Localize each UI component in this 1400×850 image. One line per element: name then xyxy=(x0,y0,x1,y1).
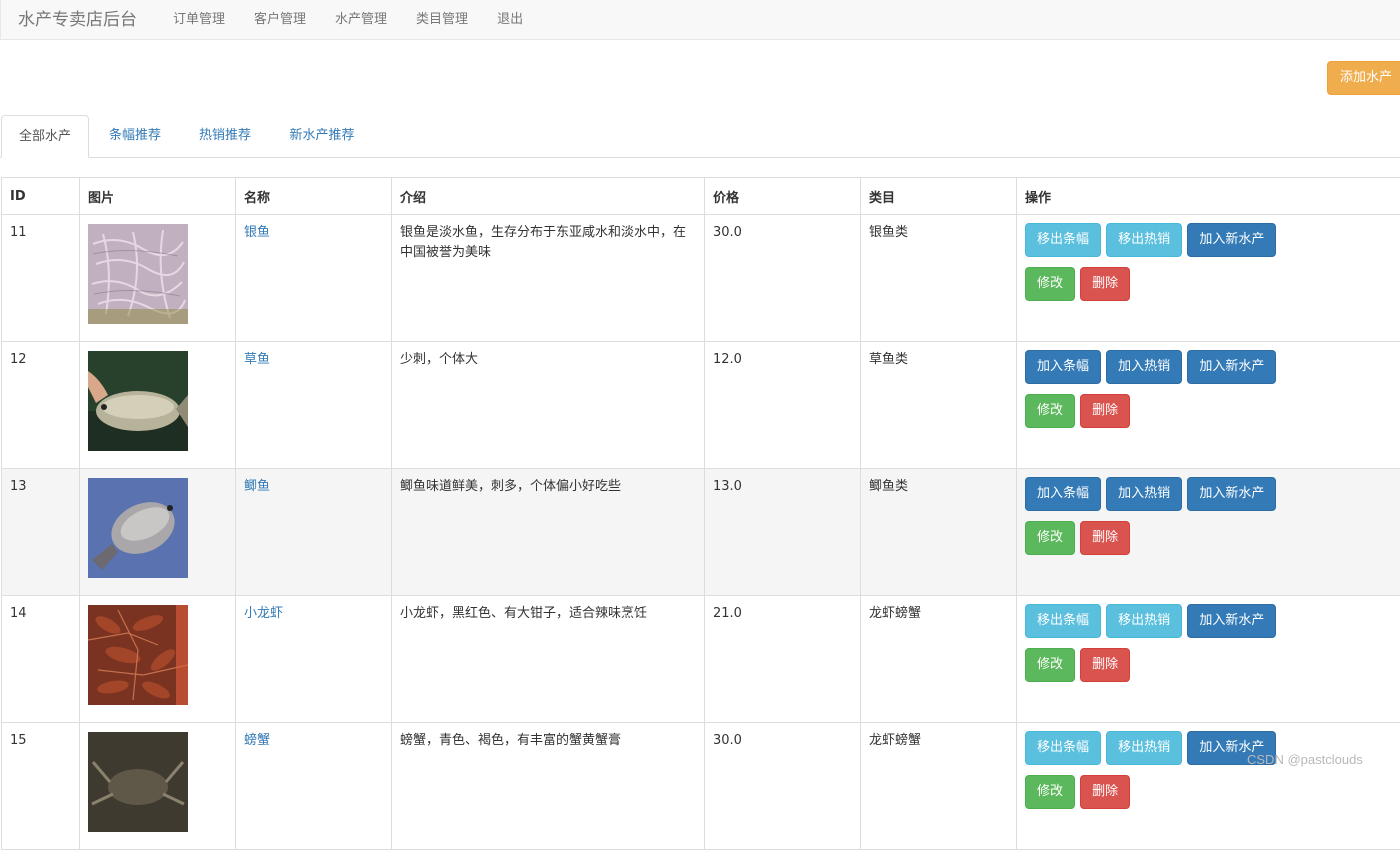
delete-button[interactable]: 删除 xyxy=(1080,648,1130,682)
tab-banner[interactable]: 条幅推荐 xyxy=(95,115,175,157)
cell-intro: 银鱼是淡水鱼，生存分布于东亚咸水和淡水中，在中国被誉为美味 xyxy=(392,215,705,342)
cell-category: 草鱼类 xyxy=(861,342,1017,469)
cell-actions: 移出条幅 移出热销 加入新水产 修改 删除 xyxy=(1017,215,1400,342)
delete-button[interactable]: 删除 xyxy=(1080,775,1130,809)
cell-price: 13.0 xyxy=(705,469,861,596)
cell-id: 14 xyxy=(2,596,80,723)
edit-button[interactable]: 修改 xyxy=(1025,394,1075,428)
delete-button[interactable]: 删除 xyxy=(1080,267,1130,301)
edit-button[interactable]: 修改 xyxy=(1025,775,1075,809)
nav-links: 订单管理 客户管理 水产管理 类目管理 退出 xyxy=(173,8,552,27)
cell-category: 银鱼类 xyxy=(861,215,1017,342)
crab-image xyxy=(88,732,188,832)
cell-id: 15 xyxy=(2,723,80,850)
item-name-link[interactable]: 螃蟹 xyxy=(244,733,270,748)
add-hot-button[interactable]: 加入热销 xyxy=(1106,350,1182,384)
delete-button[interactable]: 删除 xyxy=(1080,394,1130,428)
cell-actions: 加入条幅 加入热销 加入新水产 修改 删除 xyxy=(1017,342,1400,469)
cell-id: 13 xyxy=(2,469,80,596)
cell-category: 龙虾螃蟹 xyxy=(861,723,1017,850)
watermark-text: CSDN @pastclouds xyxy=(1247,752,1363,767)
cell-category: 龙虾螃蟹 xyxy=(861,596,1017,723)
cell-category: 鲫鱼类 xyxy=(861,469,1017,596)
cell-intro: 小龙虾，黑红色、有大钳子，适合辣味烹饪 xyxy=(392,596,705,723)
crayfish-image xyxy=(88,605,188,705)
edit-button[interactable]: 修改 xyxy=(1025,267,1075,301)
add-banner-button[interactable]: 加入条幅 xyxy=(1025,350,1101,384)
item-name-link[interactable]: 鲫鱼 xyxy=(244,479,270,494)
cell-price: 30.0 xyxy=(705,723,861,850)
seafood-table: ID 图片 名称 介绍 价格 类目 操作 11 xyxy=(1,177,1400,850)
table-row: 14 小龙 xyxy=(2,596,1400,723)
remove-banner-button[interactable]: 移出条幅 xyxy=(1025,223,1101,257)
remove-hot-button[interactable]: 移出热销 xyxy=(1106,731,1182,765)
header-name: 名称 xyxy=(236,178,392,215)
cell-id: 12 xyxy=(2,342,80,469)
cell-intro: 少刺，个体大 xyxy=(392,342,705,469)
header-id: ID xyxy=(2,178,80,215)
add-banner-button[interactable]: 加入条幅 xyxy=(1025,477,1101,511)
tab-hot[interactable]: 热销推荐 xyxy=(185,115,265,157)
table-row: 12 草鱼 少刺，个体大 12.0 草鱼类 加入条幅 加入热销 加入新水 xyxy=(2,342,1400,469)
tab-new[interactable]: 新水产推荐 xyxy=(275,115,369,157)
add-new-button[interactable]: 加入新水产 xyxy=(1187,477,1276,511)
remove-banner-button[interactable]: 移出条幅 xyxy=(1025,604,1101,638)
cell-id: 11 xyxy=(2,215,80,342)
table-row: 11 银鱼 银鱼是淡水鱼，生存分布于东亚咸水和淡水中， xyxy=(2,215,1400,342)
add-new-button[interactable]: 加入新水产 xyxy=(1187,350,1276,384)
brand-title[interactable]: 水产专卖店后台 xyxy=(18,5,137,30)
header-actions: 操作 xyxy=(1017,178,1400,215)
remove-hot-button[interactable]: 移出热销 xyxy=(1106,223,1182,257)
item-name-link[interactable]: 小龙虾 xyxy=(244,606,283,621)
cell-intro: 鲫鱼味道鲜美，刺多，个体偏小好吃些 xyxy=(392,469,705,596)
nav-customers[interactable]: 客户管理 xyxy=(254,8,306,27)
nav-logout[interactable]: 退出 xyxy=(497,8,523,27)
delete-button[interactable]: 删除 xyxy=(1080,521,1130,555)
add-new-button[interactable]: 加入新水产 xyxy=(1187,223,1276,257)
header-price: 价格 xyxy=(705,178,861,215)
nav-seafood[interactable]: 水产管理 xyxy=(335,8,387,27)
add-hot-button[interactable]: 加入热销 xyxy=(1106,477,1182,511)
crucian-carp-image xyxy=(88,478,188,578)
cell-price: 30.0 xyxy=(705,215,861,342)
edit-button[interactable]: 修改 xyxy=(1025,648,1075,682)
cell-actions: 加入条幅 加入热销 加入新水产 修改 删除 xyxy=(1017,469,1400,596)
nav-categories[interactable]: 类目管理 xyxy=(416,8,468,27)
cell-intro: 螃蟹，青色、褐色，有丰富的蟹黄蟹膏 xyxy=(392,723,705,850)
cell-price: 12.0 xyxy=(705,342,861,469)
header-intro: 介绍 xyxy=(392,178,705,215)
tab-all[interactable]: 全部水产 xyxy=(1,115,89,158)
add-seafood-button[interactable]: 添加水产 xyxy=(1327,61,1400,95)
cell-actions: 移出条幅 移出热销 加入新水产 修改 删除 xyxy=(1017,723,1400,850)
table-row: 15 螃蟹 螃蟹，青色、褐色，有丰富的蟹黄蟹膏 30.0 龙虾螃蟹 移出条幅 移… xyxy=(2,723,1400,850)
grass-carp-image xyxy=(88,351,188,451)
remove-hot-button[interactable]: 移出热销 xyxy=(1106,604,1182,638)
item-name-link[interactable]: 银鱼 xyxy=(244,225,270,240)
tab-bar: 全部水产 条幅推荐 热销推荐 新水产推荐 xyxy=(0,115,1400,158)
cell-price: 21.0 xyxy=(705,596,861,723)
item-name-link[interactable]: 草鱼 xyxy=(244,352,270,367)
top-navbar: 水产专卖店后台 订单管理 客户管理 水产管理 类目管理 退出 xyxy=(0,0,1400,40)
table-header-row: ID 图片 名称 介绍 价格 类目 操作 xyxy=(2,178,1400,215)
edit-button[interactable]: 修改 xyxy=(1025,521,1075,555)
header-image: 图片 xyxy=(80,178,236,215)
table-row: 13 鲫鱼 鲫鱼味道鲜美，刺多，个体偏小好吃些 13.0 鲫鱼类 加入条幅 加入… xyxy=(2,469,1400,596)
nav-orders[interactable]: 订单管理 xyxy=(173,8,225,27)
header-category: 类目 xyxy=(861,178,1017,215)
silverfish-image xyxy=(88,224,188,324)
add-new-button[interactable]: 加入新水产 xyxy=(1187,604,1276,638)
remove-banner-button[interactable]: 移出条幅 xyxy=(1025,731,1101,765)
cell-actions: 移出条幅 移出热销 加入新水产 修改 删除 xyxy=(1017,596,1400,723)
